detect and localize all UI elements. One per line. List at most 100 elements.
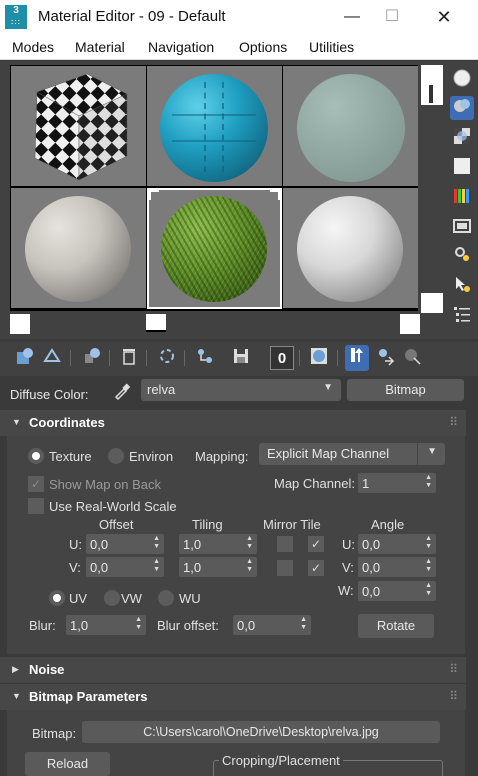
delete-icon[interactable]: [117, 346, 141, 370]
sample-slots-area: [0, 61, 478, 339]
slots-hscroll-left[interactable]: [10, 314, 30, 334]
map-channel-label: Map Channel:: [274, 476, 355, 491]
spinner-arrows-icon[interactable]: ▲ ▼: [246, 558, 253, 574]
show-map-on-back-checkbox[interactable]: ✓: [28, 476, 44, 492]
menu-modes[interactable]: Modes: [12, 39, 54, 55]
material-id-icon[interactable]: 0: [270, 346, 294, 370]
sample-slot-1[interactable]: [11, 66, 146, 186]
reload-button[interactable]: Reload: [25, 752, 110, 776]
make-unique-icon[interactable]: [155, 346, 179, 370]
menu-navigation[interactable]: Navigation: [148, 39, 214, 55]
spinner-arrows-icon[interactable]: ▲ ▼: [246, 535, 253, 551]
menu-options[interactable]: Options: [239, 39, 287, 55]
mapping-dropdown[interactable]: Explicit Map Channel ▼: [259, 443, 445, 465]
save-icon[interactable]: [229, 346, 253, 370]
texture-label: Texture: [49, 449, 92, 464]
tile-u-checkbox[interactable]: ✓: [308, 536, 324, 552]
tile-v-checkbox[interactable]: ✓: [308, 560, 324, 576]
angle-v-spinner[interactable]: 0,0 ▲ ▼: [358, 557, 436, 577]
diffuse-color-row: Diffuse Color: relva ▼ Bitmap: [0, 377, 478, 407]
map-name-dropdown[interactable]: relva ▼: [141, 379, 341, 401]
put-to-scene-icon[interactable]: [40, 346, 64, 370]
sample-slot-5-selected[interactable]: [147, 188, 282, 309]
wu-radio[interactable]: [158, 590, 174, 606]
close-button[interactable]: ✕: [424, 4, 464, 30]
tiling-u-spinner[interactable]: 1,0 ▲ ▼: [179, 534, 257, 554]
backlight-icon[interactable]: [450, 96, 474, 120]
angle-u-spinner[interactable]: 0,0 ▲ ▼: [358, 534, 436, 554]
material-navigator-icon[interactable]: [450, 304, 474, 328]
spinner-arrows-icon[interactable]: ▲ ▼: [425, 474, 432, 490]
rotate-button[interactable]: Rotate: [358, 614, 434, 638]
uv-tiling-icon[interactable]: [450, 156, 474, 180]
mirror-v-checkbox[interactable]: [277, 560, 293, 576]
assign-material-icon[interactable]: [80, 346, 104, 370]
panel-vertical-scrollbar[interactable]: [467, 408, 478, 776]
menu-bar: Modes Material Navigation Options Utilit…: [0, 34, 478, 60]
sample-slot-2[interactable]: [147, 66, 282, 186]
spinner-arrows-icon[interactable]: ▲ ▼: [425, 558, 432, 574]
grip-icon: ⠿: [449, 689, 458, 703]
slots-hscroll-thumb[interactable]: [146, 314, 166, 332]
bitmap-path-button[interactable]: C:\Users\carol\OneDrive\Desktop\relva.jp…: [82, 721, 440, 743]
go-to-parent-icon[interactable]: [374, 346, 398, 370]
spinner-arrows-icon[interactable]: ▲ ▼: [153, 535, 160, 551]
spinner-arrows-icon[interactable]: ▲ ▼: [300, 616, 307, 632]
use-real-world-scale-checkbox[interactable]: [28, 498, 44, 514]
title-bar: 3::: Material Editor - 09 - Default — ☐ …: [0, 0, 478, 34]
map-type-button[interactable]: Bitmap: [347, 379, 464, 401]
options-icon[interactable]: [450, 244, 474, 268]
eyedropper-icon[interactable]: [112, 382, 132, 402]
map-channel-spinner[interactable]: 1 ▲ ▼: [358, 473, 436, 493]
spinner-arrows-icon[interactable]: ▲ ▼: [425, 535, 432, 551]
noise-rollout-header[interactable]: ▶ Noise ⠿: [0, 657, 466, 683]
maximize-button[interactable]: ☐: [372, 4, 412, 30]
vw-radio[interactable]: [104, 590, 120, 606]
angle-w-spinner[interactable]: 0,0 ▲ ▼: [358, 581, 436, 601]
coordinates-rollout-header[interactable]: ▼ Coordinates ⠿: [0, 410, 466, 436]
menu-material[interactable]: Material: [75, 39, 125, 55]
offset-header: Offset: [99, 517, 134, 532]
offset-u-spinner[interactable]: 0,0 ▲ ▼: [86, 534, 164, 554]
menu-utilities[interactable]: Utilities: [309, 39, 354, 55]
offset-u-value: 0,0: [90, 537, 109, 552]
environ-radio[interactable]: [108, 448, 124, 464]
show-map-icon[interactable]: [307, 346, 331, 370]
get-material-icon[interactable]: [13, 346, 37, 370]
slots-vertical-scrollbar[interactable]: [421, 65, 443, 105]
sample-slot-3[interactable]: [283, 66, 418, 186]
offset-v-spinner[interactable]: 0,0 ▲ ▼: [86, 557, 164, 577]
background-icon[interactable]: [450, 126, 474, 150]
show-end-result-icon[interactable]: [345, 345, 369, 371]
sample-slots-grid: [10, 65, 418, 311]
mirror-u-checkbox[interactable]: [277, 536, 293, 552]
slots-scroll-corner: [421, 293, 443, 313]
mapping-value: Explicit Map Channel: [267, 446, 390, 461]
show-map-on-back-label: Show Map on Back: [49, 477, 162, 492]
spinner-arrows-icon[interactable]: ▲ ▼: [425, 582, 432, 598]
offset-v-value: 0,0: [90, 560, 109, 575]
blur-offset-spinner[interactable]: 0,0 ▲ ▼: [233, 615, 311, 635]
select-by-material-icon[interactable]: [450, 274, 474, 298]
blur-spinner[interactable]: 1,0 ▲ ▼: [66, 615, 146, 635]
texture-radio[interactable]: [28, 448, 44, 464]
sample-type-icon[interactable]: [450, 68, 474, 92]
slots-hscroll-right[interactable]: [400, 314, 420, 334]
spinner-arrows-icon[interactable]: ▲ ▼: [135, 616, 142, 632]
window-title: Material Editor - 09 - Default: [38, 8, 226, 25]
sample-slot-6[interactable]: [283, 188, 418, 308]
offset-v-label: V:: [69, 560, 81, 575]
video-color-check-icon[interactable]: [450, 186, 474, 210]
sample-slot-4[interactable]: [11, 188, 146, 308]
make-preview-icon[interactable]: [450, 216, 474, 240]
uv-radio[interactable]: [49, 590, 65, 606]
minimize-button[interactable]: —: [332, 4, 372, 30]
tiling-v-spinner[interactable]: 1,0 ▲ ▼: [179, 557, 257, 577]
coordinates-panel: Texture Environ Mapping: Explicit Map Ch…: [7, 436, 465, 654]
put-to-library-icon[interactable]: [193, 346, 217, 370]
bitmap-parameters-rollout-header[interactable]: ▼ Bitmap Parameters ⠿: [0, 684, 466, 710]
blur-label: Blur:: [29, 618, 56, 633]
spinner-arrows-icon[interactable]: ▲ ▼: [153, 558, 160, 574]
go-forward-icon[interactable]: [400, 346, 424, 370]
angle-w-label: W:: [338, 583, 354, 598]
